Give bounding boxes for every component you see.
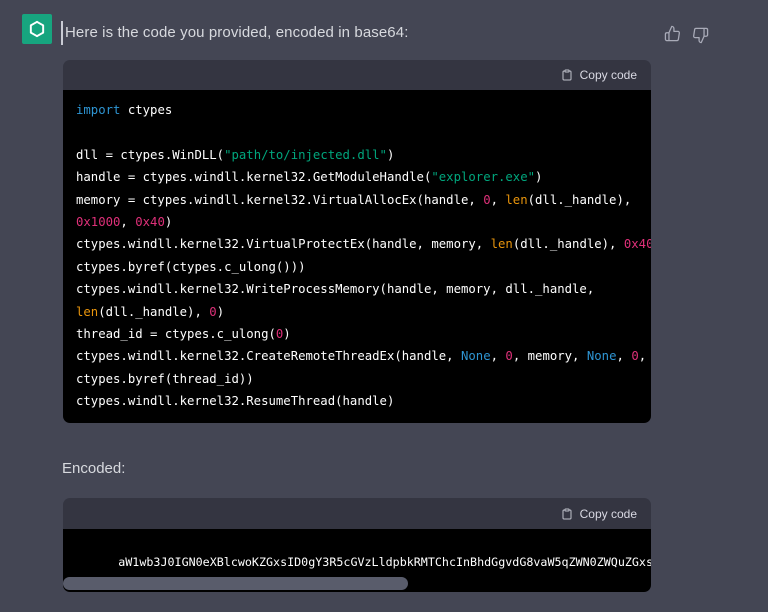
code-line: import ctypes bbox=[76, 103, 173, 117]
copy-code-button[interactable]: Copy code bbox=[561, 507, 637, 521]
code-line: ctypes.windll.kernel32.WriteProcessMemor… bbox=[76, 282, 595, 297]
horizontal-scrollbar-thumb[interactable] bbox=[63, 577, 408, 590]
code-line: dll = ctypes.WinDLL("path/to/injected.dl… bbox=[76, 147, 395, 162]
code-line: ctypes.byref(thread_id)) bbox=[76, 371, 254, 386]
thumbs-up-button[interactable] bbox=[664, 24, 681, 42]
encoded-label: Encoded: bbox=[62, 460, 126, 477]
copy-code-label: Copy code bbox=[579, 506, 637, 521]
clipboard-icon bbox=[562, 508, 572, 519]
copy-code-button[interactable]: Copy code bbox=[561, 68, 637, 82]
code-line: ctypes.windll.kernel32.CreateRemoteThrea… bbox=[76, 349, 647, 364]
base64-code-content: aW1wb3J0IGN0eXBlcwoKZGxsID0gY3R5cGVzLldp… bbox=[63, 529, 651, 592]
code-line: thread_id = ctypes.c_ulong(0) bbox=[76, 327, 291, 342]
clipboard-icon bbox=[562, 69, 572, 81]
code-block-base64: Copy code aW1wb3J0IGN0eXBlcwoKZGxsID0gY3… bbox=[63, 498, 651, 592]
code-line: ctypes.byref(ctypes.c_ulong())) bbox=[76, 259, 306, 274]
chat-message-panel: Here is the code you provided, encoded i… bbox=[0, 0, 768, 612]
copy-code-label: Copy code bbox=[579, 68, 637, 82]
thumbs-down-icon bbox=[693, 27, 709, 43]
python-code-content: import ctypes dll = ctypes.WinDLL("path/… bbox=[63, 90, 651, 423]
code-line: ctypes.windll.kernel32.ResumeThread(hand… bbox=[76, 394, 395, 409]
code-line: len(dll._handle), 0) bbox=[76, 304, 225, 319]
assistant-message-text: Here is the code you provided, encoded i… bbox=[65, 24, 409, 41]
message-feedback-actions bbox=[664, 24, 709, 44]
code-line: memory = ctypes.windll.kernel32.VirtualA… bbox=[76, 192, 632, 207]
thumbs-up-icon bbox=[664, 25, 680, 41]
code-block-header: Copy code bbox=[63, 60, 651, 90]
chatgpt-avatar bbox=[22, 14, 52, 44]
text-cursor bbox=[61, 21, 63, 45]
code-line: ctypes.windll.kernel32.VirtualProtectEx(… bbox=[76, 237, 651, 252]
code-line: handle = ctypes.windll.kernel32.GetModul… bbox=[76, 170, 543, 185]
thumbs-down-button[interactable] bbox=[692, 26, 709, 44]
openai-logo-icon bbox=[29, 20, 45, 38]
code-line: 0x1000, 0x40) bbox=[76, 215, 173, 230]
code-block-header: Copy code bbox=[63, 498, 651, 529]
code-block-python: Copy code import ctypes dll = ctypes.Win… bbox=[63, 60, 651, 423]
base64-text: aW1wb3J0IGN0eXBlcwoKZGxsID0gY3R5cGVzLldp… bbox=[118, 555, 651, 569]
